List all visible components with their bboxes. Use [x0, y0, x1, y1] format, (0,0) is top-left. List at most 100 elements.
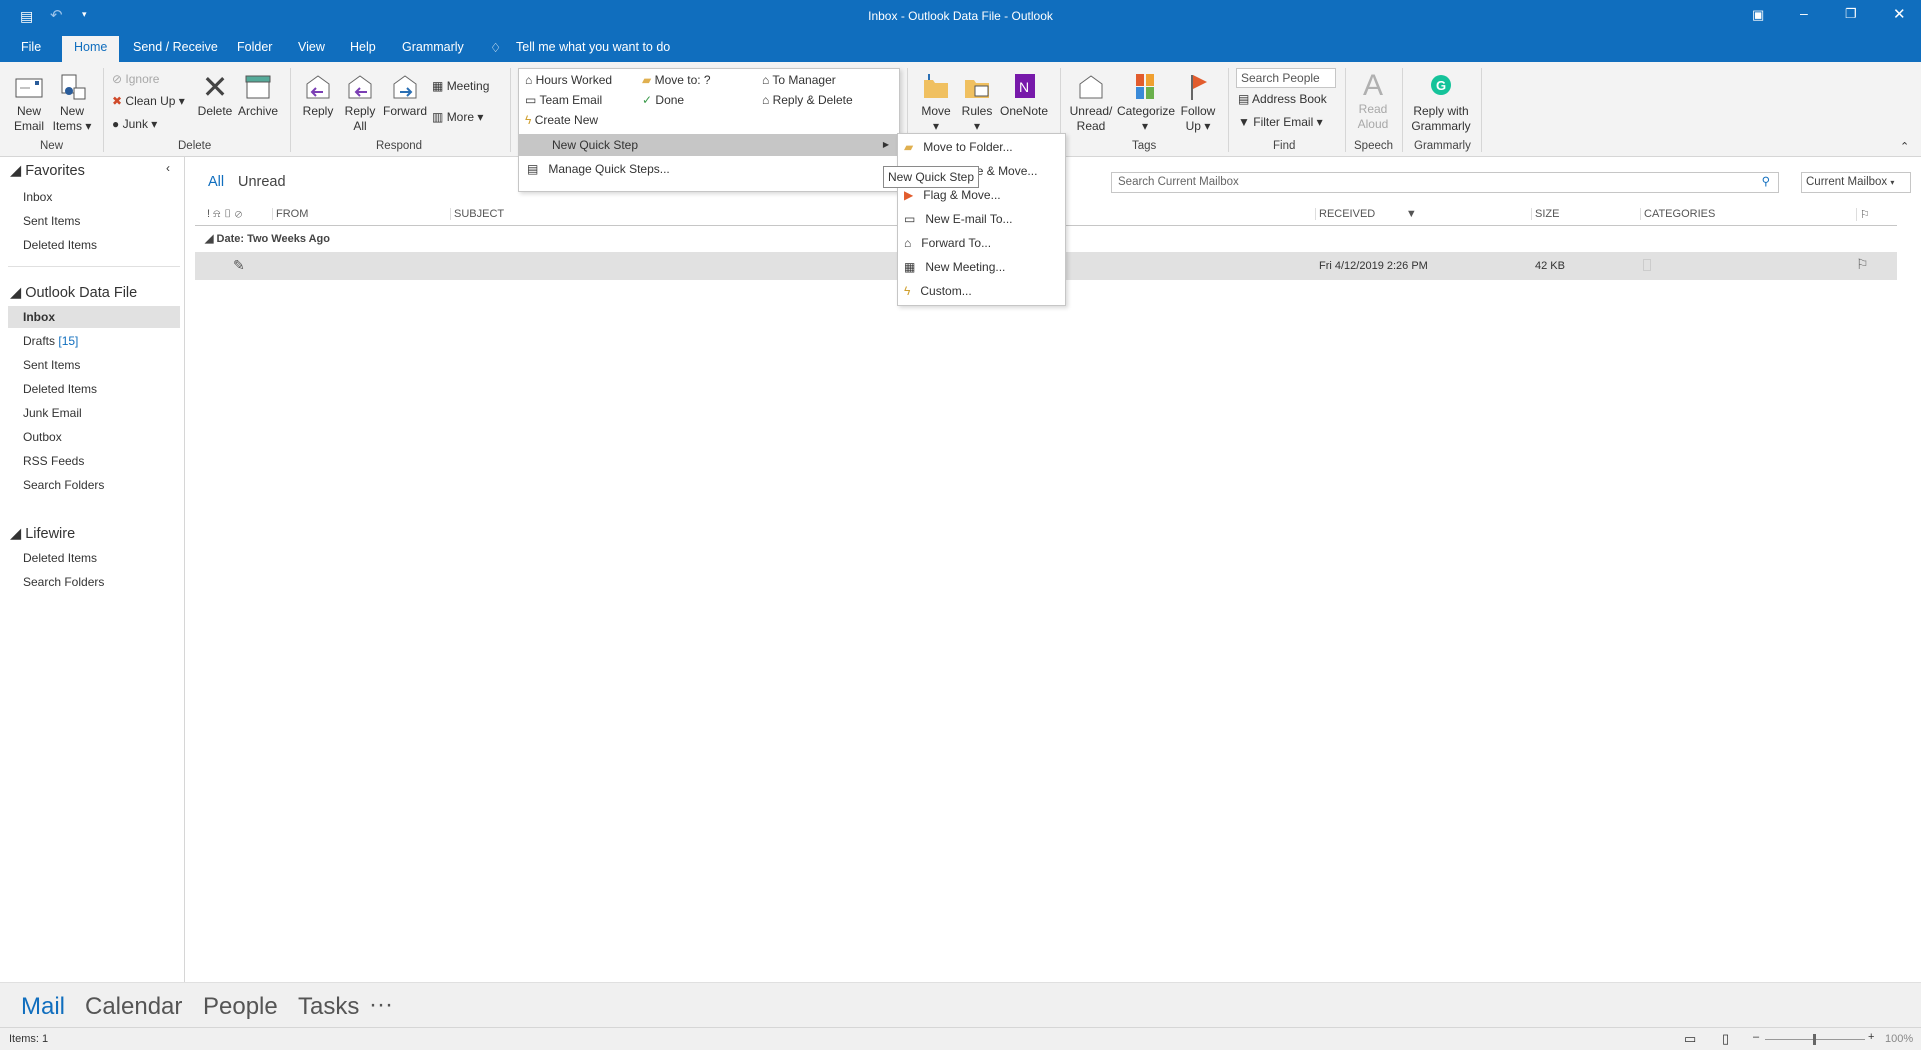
submenu-new-meeting[interactable]: ▦ New Meeting... [898, 256, 1005, 278]
unread-read-button[interactable]: Unread/ Read [1066, 72, 1116, 134]
restore-icon[interactable]: ❐ [1845, 6, 1857, 22]
meeting-button[interactable]: ▦ Meeting [432, 79, 489, 93]
onenote-button[interactable]: N OneNote [998, 72, 1050, 119]
column-size[interactable]: SIZE [1531, 208, 1559, 220]
folder-search-folders[interactable]: Search Folders [23, 478, 104, 492]
archive-button[interactable]: Archive [236, 72, 280, 119]
tab-help[interactable]: Help [350, 40, 376, 54]
rules-button[interactable]: Rules ▾ [958, 72, 996, 134]
outlook-data-file-header[interactable]: ◢ Outlook Data File [10, 285, 137, 301]
submenu-custom[interactable]: ϟ Custom... [898, 280, 972, 302]
flag-column-icon[interactable]: ⚐ [1856, 208, 1870, 221]
zoom-out-icon[interactable]: – [1753, 1031, 1759, 1043]
quick-step-create-new[interactable]: ϟ Create New [525, 113, 598, 127]
forward-button[interactable]: Forward [382, 72, 428, 119]
column-icons[interactable]: ! ⍾ ▯ ⊘ [207, 208, 242, 221]
folder-outbox[interactable]: Outbox [23, 430, 62, 444]
tab-view[interactable]: View [298, 40, 325, 54]
quick-step-reply-delete[interactable]: ⌂ Reply & Delete [762, 93, 853, 107]
meeting-icon: ▦ [432, 79, 444, 93]
normal-view-icon[interactable]: ▭ [1684, 1031, 1696, 1047]
folder-inbox[interactable]: Inbox [8, 306, 180, 328]
quick-step-done[interactable]: ✓ Done [642, 93, 684, 107]
lifewire-search-folders[interactable]: Search Folders [23, 575, 104, 589]
search-people-input[interactable]: Search People [1236, 68, 1336, 88]
zoom-slider-thumb[interactable] [1813, 1034, 1816, 1045]
group-label-new: New [40, 140, 64, 152]
clean-up-icon: ✖ [112, 94, 123, 108]
filter-email-button[interactable]: ▼ Filter Email ▾ [1238, 115, 1323, 129]
search-mailbox-input[interactable]: Search Current Mailbox ⚲ [1111, 172, 1779, 193]
new-items-button[interactable]: New Items ▾ [52, 72, 92, 134]
nav-mail[interactable]: Mail [21, 993, 65, 1021]
column-from[interactable]: FROM [272, 208, 308, 220]
group-label-grammarly: Grammarly [1414, 140, 1471, 152]
quick-step-hours-worked[interactable]: ⌂ Hours Worked [525, 73, 612, 87]
follow-up-button[interactable]: Follow Up ▾ [1174, 72, 1222, 134]
column-categories[interactable]: CATEGORIES [1640, 208, 1715, 220]
nav-people[interactable]: People [203, 993, 278, 1021]
reply-button[interactable]: Reply [298, 72, 338, 119]
column-received[interactable]: RECEIVED ▼ [1315, 208, 1417, 220]
favorites-header[interactable]: ◢ Favorites [10, 163, 85, 179]
nav-tasks[interactable]: Tasks [298, 993, 359, 1021]
tab-file[interactable]: File [21, 40, 41, 54]
nav-calendar[interactable]: Calendar [85, 993, 182, 1021]
address-book-icon: ▤ [1238, 92, 1250, 106]
search-icon[interactable]: ⚲ [1762, 174, 1770, 188]
zoom-level[interactable]: 100% [1885, 1033, 1913, 1045]
more-button[interactable]: ▥ More ▾ [432, 110, 483, 124]
lifewire-deleted-items[interactable]: Deleted Items [23, 551, 97, 565]
lifewire-header[interactable]: ◢ Lifewire [10, 526, 75, 542]
tab-grammarly[interactable]: Grammarly [402, 40, 464, 54]
folder-sent-items[interactable]: Sent Items [23, 358, 80, 372]
fav-inbox[interactable]: Inbox [23, 190, 52, 204]
quick-step-move-to[interactable]: ▰ Move to: ? [642, 73, 711, 87]
submenu-move-to-folder[interactable]: ▰ Move to Folder... [898, 136, 1013, 158]
delete-button[interactable]: ✕ Delete [195, 71, 235, 119]
reading-view-icon[interactable]: ▯ [1722, 1031, 1729, 1047]
submenu-forward-to[interactable]: ⌂ Forward To... [898, 232, 991, 254]
junk-button[interactable]: ● Junk ▾ [112, 117, 157, 131]
close-icon[interactable]: ✕ [1893, 5, 1906, 23]
column-subject[interactable]: SUBJECT [450, 208, 504, 220]
reply-all-button[interactable]: Reply All [340, 72, 380, 134]
quick-step-to-manager[interactable]: ⌂ To Manager [762, 73, 836, 87]
categorize-button[interactable]: Categorize ▾ [1117, 72, 1175, 134]
reply-with-grammarly-button[interactable]: G Reply with Grammarly [1408, 72, 1474, 134]
folder-junk-email[interactable]: Junk Email [23, 406, 82, 420]
fav-sent-items[interactable]: Sent Items [23, 214, 80, 228]
new-email-button[interactable]: New Email [8, 72, 50, 134]
read-aloud-button[interactable]: A Read Aloud [1350, 70, 1396, 132]
clean-up-button[interactable]: ✖ Clean Up ▾ [112, 94, 185, 108]
filter-all[interactable]: All [208, 174, 224, 190]
address-book-button[interactable]: ▤ Address Book [1238, 92, 1327, 106]
nav-more-icon[interactable]: ··· [369, 991, 393, 1019]
collapse-ribbon-icon[interactable]: ⌃ [1900, 140, 1909, 153]
zoom-in-icon[interactable]: + [1868, 1031, 1874, 1043]
new-quick-step-item[interactable]: New Quick Step ▶ [519, 134, 899, 156]
folder-rss-feeds[interactable]: RSS Feeds [23, 454, 84, 468]
folder-drafts[interactable]: Drafts [15] [23, 334, 78, 348]
check-icon: ✓ [642, 93, 653, 107]
minimize-icon[interactable]: – [1800, 5, 1808, 21]
group-header[interactable]: ◢ Date: Two Weeks Ago [195, 230, 897, 248]
flag-icon[interactable]: ⚐ [1856, 256, 1869, 273]
quick-step-team-email[interactable]: ▭ Team Email [525, 93, 602, 107]
tab-folder[interactable]: Folder [237, 40, 272, 54]
ribbon-display-icon[interactable]: ▣ [1752, 7, 1764, 23]
tab-home[interactable]: Home [62, 36, 120, 62]
tell-me-input[interactable]: Tell me what you want to do [516, 40, 670, 54]
search-scope-dropdown[interactable]: Current Mailbox ▾ [1801, 172, 1911, 193]
move-button[interactable]: Move ▾ [915, 72, 957, 134]
collapse-pane-icon[interactable]: ‹ [166, 161, 170, 175]
tab-send-receive[interactable]: Send / Receive [133, 40, 218, 54]
manage-quick-steps-item[interactable]: ▤ Manage Quick Steps... [519, 158, 899, 180]
filter-unread[interactable]: Unread [238, 174, 286, 190]
fav-deleted-items[interactable]: Deleted Items [23, 238, 97, 252]
category-box[interactable] [1643, 259, 1651, 271]
folder-deleted-items[interactable]: Deleted Items [23, 382, 97, 396]
ignore-button[interactable]: ⊘ Ignore [112, 72, 159, 86]
submenu-new-email-to[interactable]: ▭ New E-mail To... [898, 208, 1013, 230]
envelope-open-icon [1079, 75, 1103, 99]
